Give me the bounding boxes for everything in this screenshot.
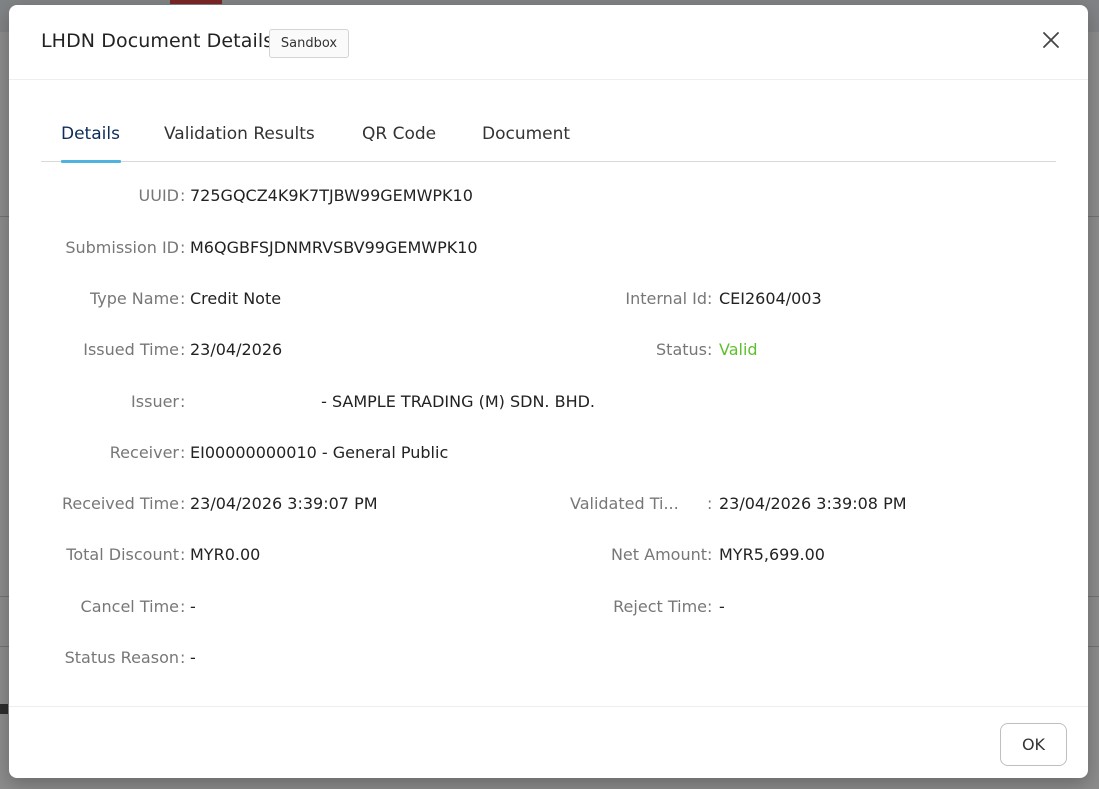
field-issuer: Issuer : - SAMPLE TRADING (M) SDN. BHD. xyxy=(9,392,595,416)
total-discount-value: MYR0.00 xyxy=(190,545,261,564)
field-net-amount: Net Amount : MYR5,699.00 xyxy=(539,545,1079,569)
type-name-value: Credit Note xyxy=(190,289,282,308)
field-label: Internal Id xyxy=(625,289,707,308)
tab-bar: Details Validation Results QR Code Docum… xyxy=(41,110,1056,163)
field-label: Status Reason xyxy=(64,648,179,667)
field-label: Receiver xyxy=(109,443,179,462)
reject-time-value: - xyxy=(719,597,725,616)
ok-button[interactable]: OK xyxy=(1000,723,1067,766)
field-issued-time: Issued Time : 23/04/2026 xyxy=(9,340,549,364)
field-cancel-time: Cancel Time : - xyxy=(9,597,549,621)
net-amount-value: MYR5,699.00 xyxy=(719,545,825,564)
redacted-issuer-tin xyxy=(190,395,316,410)
field-total-discount: Total Discount : MYR0.00 xyxy=(9,545,549,569)
field-label: Type Name xyxy=(89,289,179,308)
submission-id-value: M6QGBFSJDNMRVSBV99GEMWPK10 xyxy=(190,238,478,257)
field-status: Status : Valid xyxy=(539,340,1079,364)
field-label: Issuer xyxy=(131,392,179,411)
modal-header: LHDN Document Details Sandbox xyxy=(9,5,1088,80)
field-status-reason: Status Reason : - xyxy=(9,648,549,672)
tab-document[interactable]: Document xyxy=(482,124,570,144)
modal-footer: OK xyxy=(9,706,1088,778)
status-value: Valid xyxy=(719,340,758,359)
uuid-value: 725GQCZ4K9K7TJBW99GEMWPK10 xyxy=(190,186,473,205)
field-label: Cancel Time xyxy=(80,597,179,616)
receiver-value: EI00000000010 - General Public xyxy=(190,443,449,462)
received-time-value: 23/04/2026 3:39:07 PM xyxy=(190,494,378,513)
document-details-modal: LHDN Document Details Sandbox Details Va… xyxy=(9,5,1088,778)
environment-badge: Sandbox xyxy=(269,29,349,58)
field-label: Net Amount xyxy=(610,545,707,564)
status-reason-value: - xyxy=(190,648,196,667)
close-button[interactable] xyxy=(1036,25,1066,55)
tab-details[interactable]: Details xyxy=(61,124,120,144)
field-label: Received Time xyxy=(61,494,179,513)
field-label: Validated Ti... xyxy=(570,494,679,513)
tab-qr-code[interactable]: QR Code xyxy=(362,124,436,144)
issuer-value: - SAMPLE TRADING (M) SDN. BHD. xyxy=(321,392,595,411)
tab-validation-results[interactable]: Validation Results xyxy=(164,124,315,144)
field-uuid: UUID : 725GQCZ4K9K7TJBW99GEMWPK10 xyxy=(9,186,549,210)
internal-id-value: CEI2604/003 xyxy=(719,289,822,308)
field-label: UUID xyxy=(138,186,179,205)
cancel-time-value: - xyxy=(190,597,196,616)
field-label: Reject Time xyxy=(613,597,707,616)
field-label: Total Discount xyxy=(66,545,179,564)
field-received-time: Received Time : 23/04/2026 3:39:07 PM xyxy=(9,494,549,518)
field-label: Status xyxy=(656,340,707,359)
field-label: Issued Time xyxy=(83,340,179,359)
field-type-name: Type Name : Credit Note xyxy=(9,289,549,313)
field-submission-id: Submission ID : M6QGBFSJDNMRVSBV99GEMWPK… xyxy=(9,238,549,262)
field-internal-id: Internal Id : CEI2604/003 xyxy=(539,289,1079,313)
field-reject-time: Reject Time : - xyxy=(539,597,1079,621)
field-label: Submission ID xyxy=(65,238,179,257)
validated-time-value: 23/04/2026 3:39:08 PM xyxy=(719,494,907,513)
field-receiver: Receiver : EI00000000010 - General Publi… xyxy=(9,443,549,467)
issued-time-value: 23/04/2026 xyxy=(190,340,283,359)
modal-title: LHDN Document Details xyxy=(41,30,274,52)
active-tab-indicator xyxy=(61,160,121,163)
close-icon xyxy=(1043,32,1059,48)
field-validated-time: Validated Ti... : 23/04/2026 3:39:08 PM xyxy=(539,494,1079,518)
